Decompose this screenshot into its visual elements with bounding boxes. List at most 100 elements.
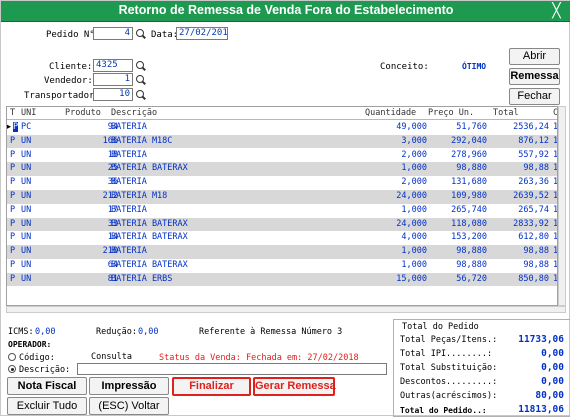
table-row[interactable]: P UN 210 BATERIA 1,000 98,880 98,88 1 bbox=[7, 245, 557, 259]
cell-preco: 265,740 bbox=[451, 204, 487, 215]
table-header: T UNI Produto Descrição Quantidade Preço… bbox=[7, 107, 557, 120]
cell-quantidade: 24,000 bbox=[396, 191, 427, 201]
vendedor-label: Vendedor: bbox=[44, 76, 93, 86]
consulta-label: Consulta bbox=[91, 352, 132, 362]
descricao-radio[interactable] bbox=[8, 365, 16, 373]
table-row[interactable]: P UN 14 BATERIA BATERAX 4,000 153,200 612,80 1 bbox=[7, 231, 557, 245]
conceito-label: Conceito: bbox=[380, 62, 429, 72]
outras-value: 80,00 bbox=[535, 390, 564, 401]
subst-label: Total Substituição: bbox=[400, 363, 498, 373]
gerar-remessa-button[interactable]: Gerar Remessa bbox=[253, 377, 336, 396]
cell-quantidade: 49,000 bbox=[396, 122, 427, 132]
cell-uni: UN bbox=[21, 218, 32, 229]
cell-t: P bbox=[10, 273, 16, 284]
table-row[interactable]: ▶ P PC 94 BATERIA 49,000 51,760 2536,24 1 bbox=[7, 121, 557, 135]
cell-quantidade: 2,000 bbox=[401, 177, 427, 188]
descontos-label: Descontos.........: bbox=[400, 377, 498, 387]
nota-fiscal-button[interactable]: Nota Fiscal bbox=[7, 377, 87, 395]
pedido-search-icon[interactable] bbox=[135, 28, 147, 40]
cell-descricao: BATERIA bbox=[111, 149, 147, 160]
main-window: Retorno de Remessa de Venda Fora do Esta… bbox=[0, 0, 570, 417]
cell-preco: 292,040 bbox=[451, 135, 487, 146]
cell-quantidade: 1,000 bbox=[401, 163, 427, 174]
cell-t: P bbox=[10, 149, 16, 160]
cell-descricao: BATERIA BATERAX bbox=[111, 218, 188, 229]
status-text: Status da Venda: Fechada em: 27/02/2018 bbox=[159, 353, 359, 363]
cliente-search-icon[interactable] bbox=[135, 60, 147, 72]
cell-total: 876,12 bbox=[518, 135, 549, 146]
close-icon[interactable]: ╳ bbox=[542, 1, 570, 21]
table-row[interactable]: P UN 81 BATERIA ERBS 15,000 56,720 850,80 1 bbox=[7, 272, 557, 287]
cell-uni: UN bbox=[21, 260, 32, 270]
table-row[interactable]: P UN 17 BATERIA 1,000 265,740 265,74 1 bbox=[7, 204, 557, 218]
totals-title: Total do Pedido bbox=[402, 322, 479, 332]
cell-uni: PC bbox=[21, 122, 32, 132]
abrir-button[interactable]: Abrir bbox=[509, 48, 560, 65]
excluir-tudo-button[interactable]: Excluir Tudo bbox=[7, 397, 87, 415]
title-border bbox=[1, 21, 570, 22]
cliente-field[interactable]: 4325 bbox=[93, 59, 133, 72]
col-descricao: Descrição bbox=[111, 108, 158, 118]
transportador-search-icon[interactable] bbox=[135, 89, 147, 101]
voltar-button[interactable]: (ESC) Voltar bbox=[89, 397, 169, 415]
vendedor-search-icon[interactable] bbox=[135, 74, 147, 86]
pedido-field[interactable]: 4 bbox=[93, 27, 133, 40]
title-bar: Retorno de Remessa de Venda Fora do Esta… bbox=[1, 1, 570, 21]
table-row[interactable]: P UN 36 BATERIA 2,000 131,680 263,36 1 bbox=[7, 176, 557, 190]
cell-preco: 109,980 bbox=[451, 191, 487, 201]
reducao-value: 0,00 bbox=[138, 327, 159, 337]
cell-uni: UN bbox=[21, 135, 32, 146]
descricao-label: Descrição: bbox=[19, 365, 71, 375]
vendedor-field[interactable]: 1 bbox=[93, 73, 133, 86]
cell-t: P bbox=[10, 232, 16, 243]
finalizar-button[interactable]: Finalizar bbox=[172, 377, 251, 396]
cell-quantidade: 15,000 bbox=[396, 273, 427, 284]
table-vertical-scrollbar[interactable] bbox=[558, 106, 566, 306]
impressao-button[interactable]: Impressão bbox=[89, 377, 169, 395]
table-row[interactable]: P UN 25 BATERIA BATERAX 1,000 98,880 98,88 1 bbox=[7, 162, 557, 176]
conceito-value: ÓTIMO bbox=[462, 62, 487, 71]
cell-total: 2833,92 bbox=[513, 218, 549, 229]
cell-total: 850,80 bbox=[518, 273, 549, 284]
table-row[interactable]: P UN 18 BATERIA 2,000 278,960 557,92 1 bbox=[7, 149, 557, 163]
items-table[interactable]: T UNI Produto Descrição Quantidade Preço… bbox=[6, 106, 558, 306]
cell-descricao: BATERIA bbox=[111, 177, 147, 188]
cell-total: 2639,52 bbox=[513, 191, 549, 201]
transportador-field[interactable]: 10 bbox=[93, 88, 133, 101]
icms-label: ICMS: bbox=[8, 327, 34, 337]
data-field[interactable]: 27/02/2018 bbox=[176, 27, 228, 40]
operador-input[interactable] bbox=[77, 363, 387, 375]
ipi-label: Total IPI........: bbox=[400, 349, 493, 359]
codigo-radio[interactable] bbox=[8, 353, 16, 361]
cliente-label: Cliente: bbox=[49, 62, 93, 72]
cell-total: 98,88 bbox=[523, 163, 549, 174]
table-row[interactable]: P UN 33 BATERIA BATERAX 24,000 118,080 2833,92… bbox=[7, 217, 557, 232]
pecas-label: Total Peças/Itens.: bbox=[400, 335, 498, 345]
col-produto: Produto bbox=[65, 108, 101, 118]
totals-panel: Total do Pedido Total Peças/Itens.: 1173… bbox=[393, 319, 570, 417]
cell-uni: UN bbox=[21, 163, 32, 174]
cell-quantidade: 3,000 bbox=[401, 135, 427, 146]
total-pedido-value: 11813,06 bbox=[518, 404, 564, 415]
table-horizontal-scrollbar[interactable] bbox=[6, 306, 566, 313]
cell-descricao: BATERIA ERBS bbox=[111, 273, 173, 284]
cell-preco: 51,760 bbox=[456, 122, 487, 132]
table-row[interactable]: P UN 166 BATERIA M18C 3,000 292,040 876,12 1 bbox=[7, 134, 557, 149]
cell-quantidade: 1,000 bbox=[401, 246, 427, 257]
col-t: T bbox=[10, 108, 16, 118]
cell-preco: 131,680 bbox=[451, 177, 487, 188]
fechar-button[interactable]: Fechar bbox=[509, 88, 560, 105]
table-row[interactable]: P UN 212 BATERIA M18 24,000 109,980 2639,52 1 bbox=[7, 190, 557, 204]
remessa-button[interactable]: Remessa bbox=[509, 68, 560, 85]
icms-value: 0,00 bbox=[35, 327, 56, 337]
reducao-label: Redução: bbox=[96, 327, 137, 337]
pecas-value: 11733,06 bbox=[518, 334, 564, 345]
data-label: Data: bbox=[151, 30, 179, 40]
cell-t: P bbox=[10, 191, 16, 201]
cell-t: P bbox=[10, 135, 16, 146]
cell-uni: UN bbox=[21, 149, 32, 160]
cell-quantidade: 4,000 bbox=[401, 232, 427, 243]
cell-uni: UN bbox=[21, 232, 32, 243]
table-row[interactable]: P UN 64 BATERIA BATERAX 1,000 98,880 98,88 1 bbox=[7, 259, 557, 273]
cell-uni: UN bbox=[21, 191, 32, 201]
